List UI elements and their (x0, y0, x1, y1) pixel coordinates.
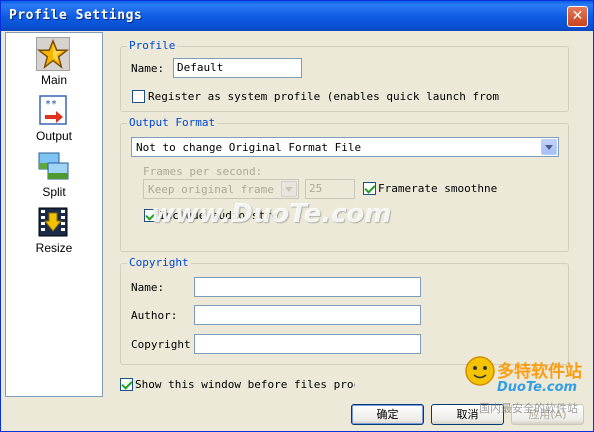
register-system-profile-label: Register as system profile (enables quic… (148, 90, 502, 103)
window-title: Profile Settings (9, 8, 143, 23)
fps-mode-value: Keep original frame ra (148, 183, 294, 196)
author-input[interactable] (194, 305, 421, 325)
profile-name-label: Name: (131, 62, 165, 75)
output-icon: ** (39, 95, 67, 125)
copyright-text-label: Copyright (131, 338, 191, 351)
include-audio-label: Include audio stre (159, 209, 279, 222)
copyright-text-input[interactable] (194, 334, 421, 354)
register-system-profile-checkbox[interactable] (132, 90, 145, 103)
show-window-checkbox[interactable] (120, 378, 133, 391)
include-audio-checkbox[interactable] (144, 209, 157, 222)
fps-label: Frames per second: (143, 165, 263, 178)
sidebar-item-label: Split (42, 185, 66, 199)
show-window-label: Show this window before files proc (135, 378, 355, 391)
brand-en-watermark: DuoTe.com (497, 380, 578, 395)
close-button[interactable]: ✕ (567, 6, 588, 27)
title-bar[interactable]: Profile Settings ✕ (1, 1, 593, 31)
chevron-down-icon (541, 139, 557, 155)
copyright-name-input[interactable] (194, 277, 421, 297)
profile-legend: Profile (127, 39, 178, 52)
sidebar-item-split[interactable]: Split (6, 147, 102, 201)
sidebar-item-resize[interactable]: Resize (6, 203, 102, 257)
ok-button[interactable]: 确定 (351, 404, 424, 425)
framerate-smoothness-checkbox[interactable] (363, 182, 376, 195)
close-icon: ✕ (571, 8, 584, 24)
output-format-group: Output Format Not to change Original For… (120, 116, 569, 252)
framerate-smoothness-label: Framerate smoothness (378, 182, 498, 195)
output-format-select[interactable]: Not to change Original Format File (131, 137, 559, 157)
split-icon (38, 152, 69, 180)
svg-text:**: ** (45, 99, 57, 110)
sidebar-item-label: Resize (35, 241, 73, 255)
chevron-down-icon (281, 181, 297, 197)
profile-group: Profile Name: Default Register as system… (120, 39, 569, 112)
sidebar-item-label: Output (35, 129, 73, 143)
output-format-value: Not to change Original Format File (136, 141, 362, 154)
author-label: Author: (131, 309, 178, 322)
duote-mascot-icon (465, 356, 495, 386)
sidebar: Main ** Output Split Resize (5, 32, 103, 397)
copyright-group: Copyright Name: Author: Copyright (120, 256, 569, 365)
fps-mode-select[interactable]: Keep original frame ra (143, 179, 299, 199)
resize-icon (38, 207, 68, 237)
copyright-legend: Copyright (127, 256, 191, 269)
sidebar-item-main[interactable]: Main (6, 35, 102, 89)
profile-settings-window: Profile Settings ✕ Main ** Output Split … (0, 0, 594, 432)
output-format-legend: Output Format (127, 116, 218, 129)
copyright-name-label: Name: (131, 281, 165, 294)
apply-button[interactable]: 应用(A) (511, 404, 584, 425)
profile-name-input[interactable]: Default (173, 58, 302, 78)
cancel-button[interactable]: 取消 (431, 404, 504, 425)
sidebar-item-label: Main (40, 73, 67, 87)
star-icon (36, 37, 70, 71)
sidebar-item-output[interactable]: ** Output (6, 91, 102, 145)
fps-number-input[interactable]: 25 (305, 179, 355, 199)
